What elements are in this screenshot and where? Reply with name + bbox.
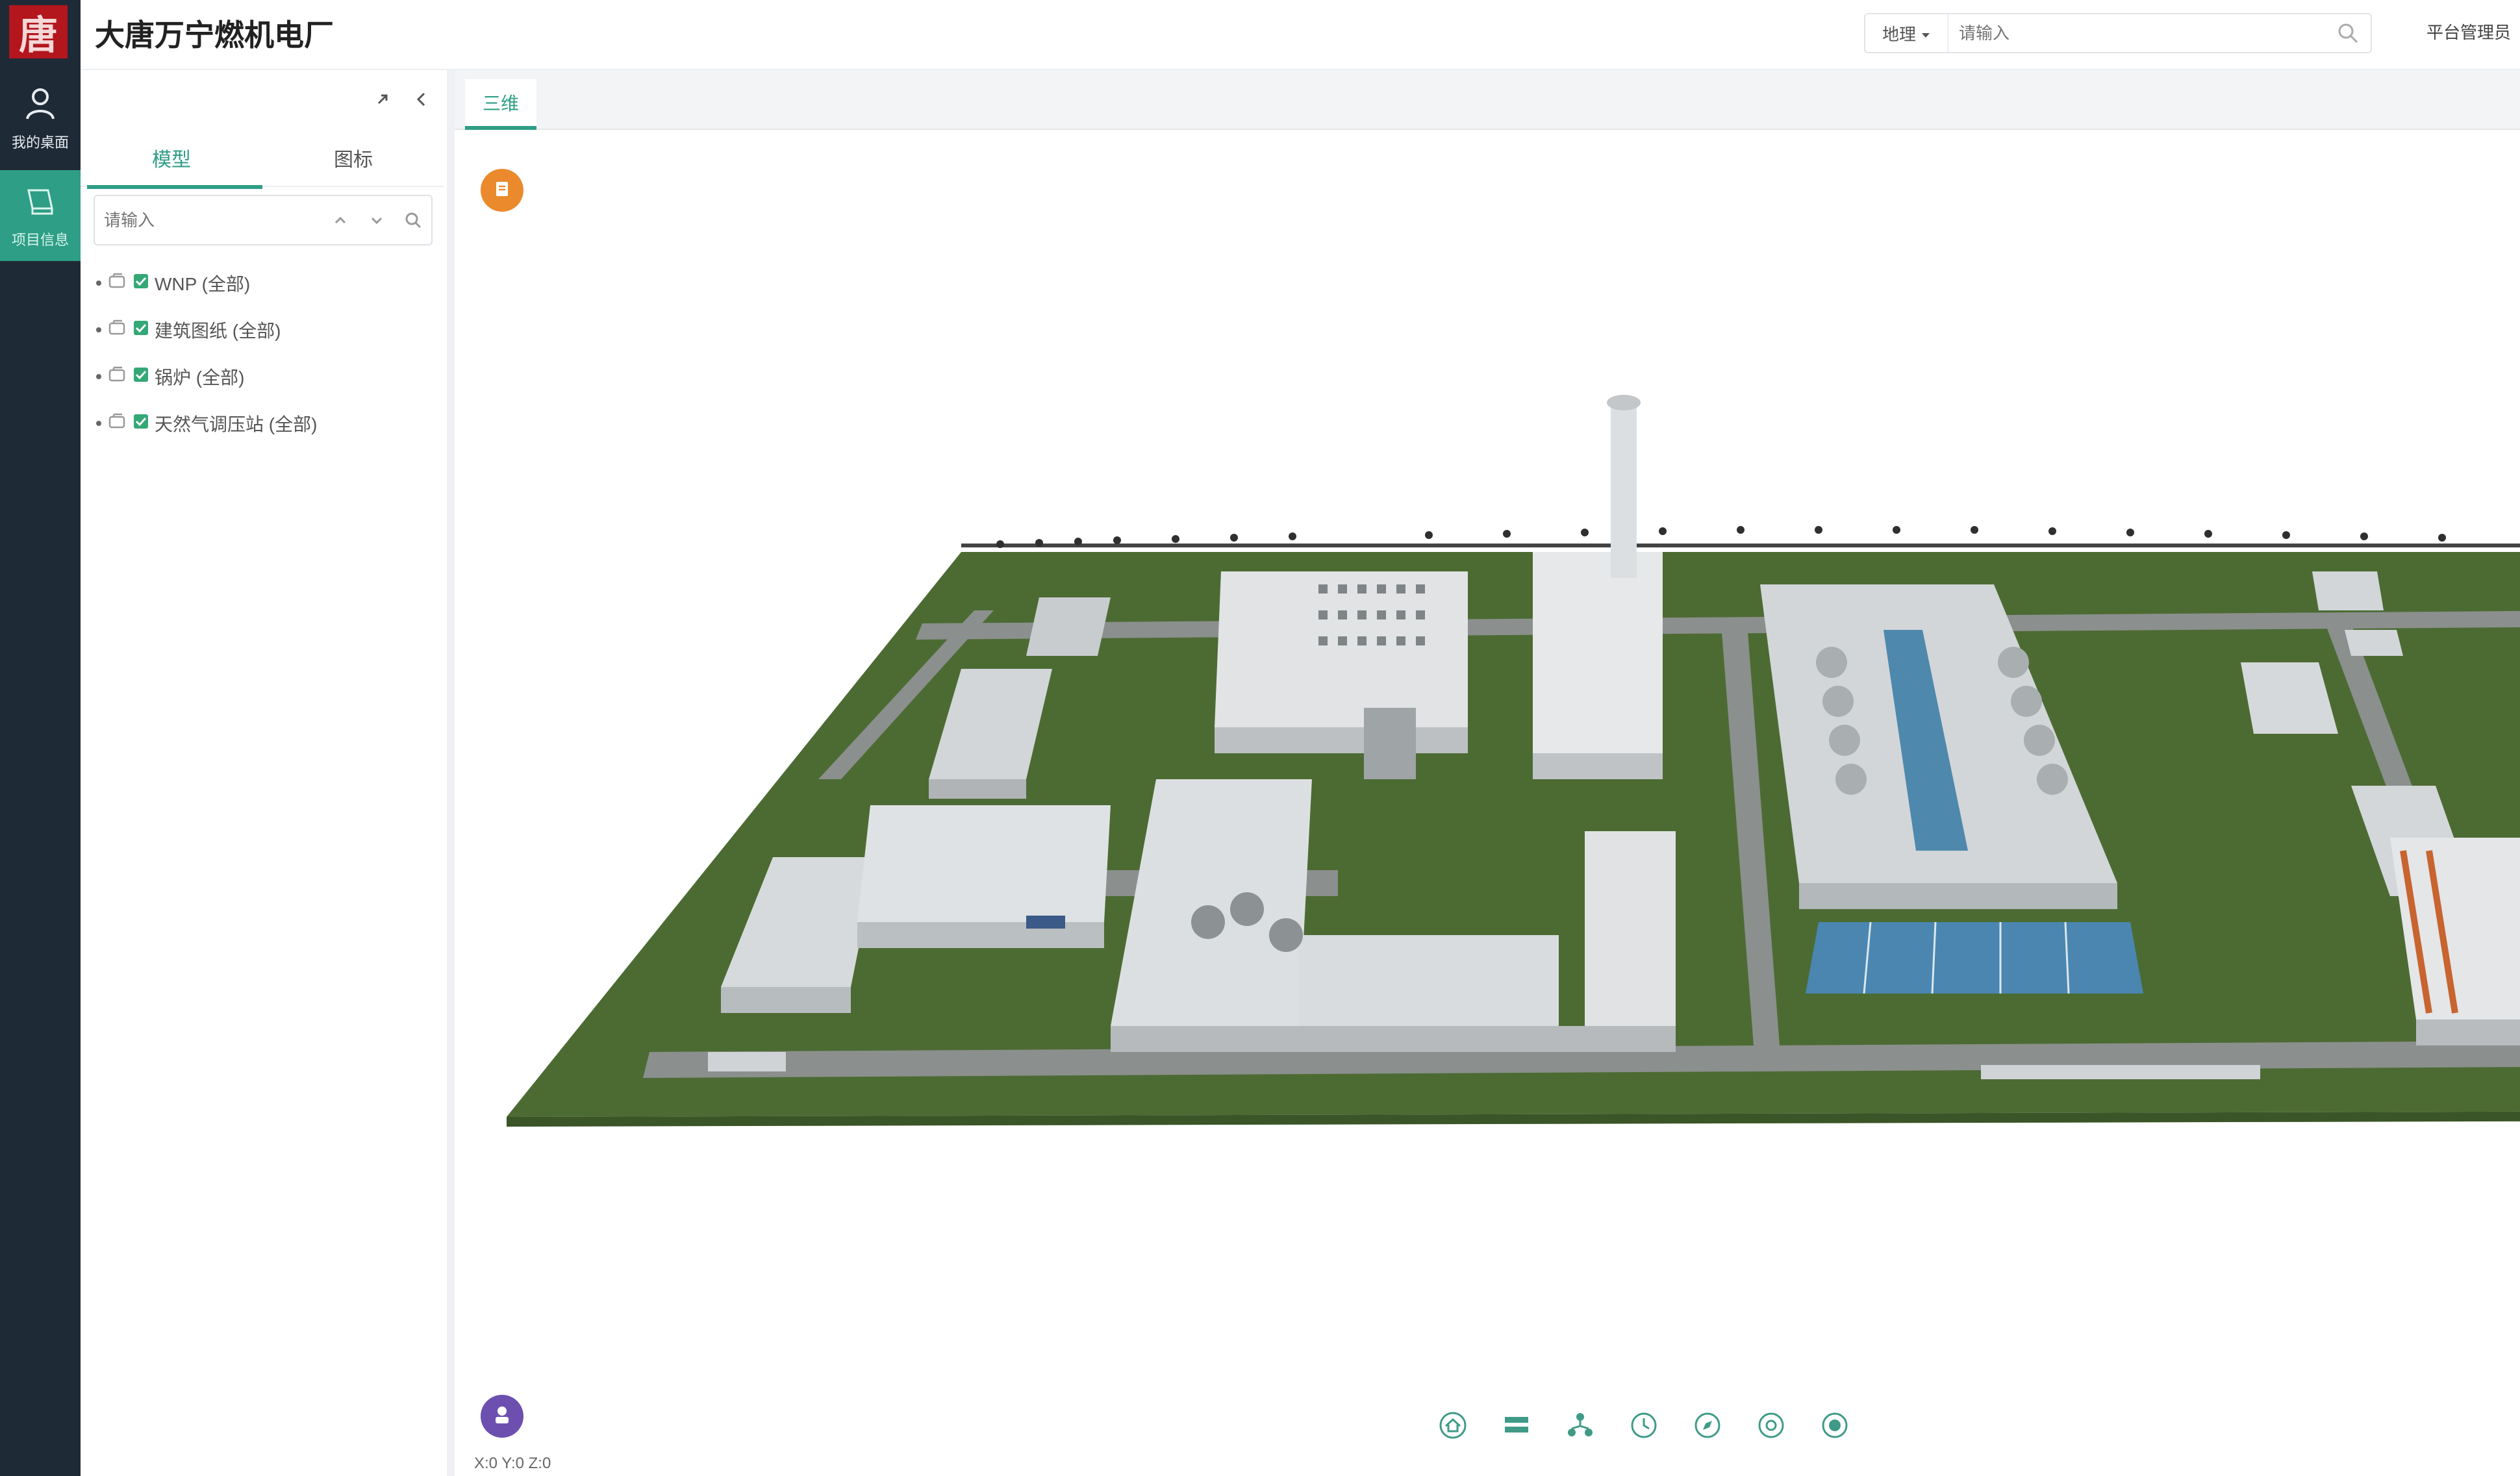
tab-icons[interactable]: 图标: [262, 129, 444, 187]
search-input[interactable]: [1948, 14, 2325, 52]
tree-node-label: 建筑图纸 (全部): [155, 321, 281, 341]
model-tree: WNP (全部) 建筑图纸 (全部) 锅炉 (全部) 天然气调压站 (全部): [96, 260, 440, 447]
chevron-down-icon[interactable]: [359, 196, 395, 244]
collapse-panel-icon[interactable]: [410, 88, 433, 110]
checkbox-checked-icon[interactable]: [132, 319, 149, 341]
rail-item-desktop[interactable]: 我的桌面: [0, 73, 81, 164]
panel-tools: [372, 88, 433, 110]
tab-3d[interactable]: 三维: [465, 79, 536, 130]
tree-node[interactable]: WNP (全部): [96, 260, 440, 306]
model-icon: [22, 182, 58, 222]
expand-dot-icon[interactable]: [96, 421, 101, 426]
front-long-building: [1981, 1065, 2260, 1079]
expand-dot-icon[interactable]: [96, 281, 101, 286]
person-mode-button[interactable]: [481, 1395, 523, 1438]
tree-node[interactable]: 建筑图纸 (全部): [96, 306, 440, 353]
turbine-hall: [1215, 395, 1663, 779]
top-header: 大唐万宁燃机电厂 地理 平台管理员: [81, 0, 2520, 70]
chimney: [1611, 403, 1637, 578]
layers-icon[interactable]: [1499, 1408, 1534, 1443]
chevron-up-icon[interactable]: [322, 196, 359, 244]
search-icon[interactable]: [2325, 14, 2371, 52]
compass-icon[interactable]: [1690, 1408, 1725, 1443]
gate-house: [708, 1052, 786, 1071]
search-icon[interactable]: [395, 196, 431, 244]
tree-node-label: 天然气调压站 (全部): [155, 414, 318, 434]
checkbox-checked-icon[interactable]: [132, 366, 149, 388]
left-nav-rail: 唐 我的桌面 项目信息: [0, 0, 81, 1476]
eye-toggle-icon[interactable]: [108, 366, 127, 388]
panel-tabs: 模型 图标: [81, 129, 444, 189]
rail-item-project[interactable]: 项目信息: [0, 170, 81, 261]
tree-node-label: 锅炉 (全部): [155, 368, 245, 388]
tree-node-label: WNP (全部): [155, 274, 251, 294]
home-icon[interactable]: [1435, 1408, 1470, 1443]
tree-icon[interactable]: [1563, 1408, 1598, 1443]
page-title: 大唐万宁燃机电厂: [95, 18, 334, 52]
search-scope-select[interactable]: 地理: [1865, 14, 1948, 52]
app-window: 唐 我的桌面 项目信息 大唐万宁燃机电厂 地理 请输入 平台管理员 模型 图标 …: [0, 0, 2520, 1476]
model-tree-panel: 模型 图标 WNP (全部): [81, 70, 455, 1476]
app-logo: 唐: [9, 5, 68, 58]
eye-toggle-icon[interactable]: [108, 273, 127, 294]
tab-model[interactable]: 模型: [81, 129, 262, 189]
expand-dot-icon[interactable]: [96, 327, 101, 332]
rail-item-label: 我的桌面: [11, 134, 69, 151]
user-icon: [22, 85, 58, 125]
eye-toggle-icon[interactable]: [108, 413, 127, 434]
tree-node[interactable]: 锅炉 (全部): [96, 353, 440, 400]
eye-toggle-icon[interactable]: [108, 319, 127, 341]
plant-3d-scene[interactable]: [455, 130, 2520, 1403]
search-scope-label: 地理: [1882, 24, 1916, 44]
fullscreen-icon[interactable]: [1817, 1408, 1852, 1443]
rail-item-label: 项目信息: [11, 231, 69, 248]
settings-icon[interactable]: [1754, 1408, 1789, 1443]
3d-viewer: 三维 X:0 Y:0 Z:0: [455, 70, 2520, 1476]
viewer-toolbar: [1435, 1408, 1852, 1443]
expand-dot-icon[interactable]: [96, 374, 101, 379]
water-tank: [1806, 922, 2143, 994]
pin-icon[interactable]: [372, 88, 394, 110]
tree-node[interactable]: 天然气调压站 (全部): [96, 400, 440, 447]
clock-icon[interactable]: [1626, 1408, 1661, 1443]
tree-search-input[interactable]: [95, 210, 322, 231]
caret-down-icon: [1921, 23, 1930, 44]
viewer-tab-bar: 三维: [455, 70, 2520, 130]
coordinate-readout: X:0 Y:0 Z:0: [474, 1455, 551, 1472]
global-search: 地理: [1864, 13, 2372, 53]
tree-search: [94, 195, 433, 245]
person-icon: [491, 1404, 513, 1429]
user-menu[interactable]: 平台管理员: [2426, 19, 2511, 44]
checkbox-checked-icon[interactable]: [132, 413, 149, 434]
checkbox-checked-icon[interactable]: [132, 273, 149, 294]
